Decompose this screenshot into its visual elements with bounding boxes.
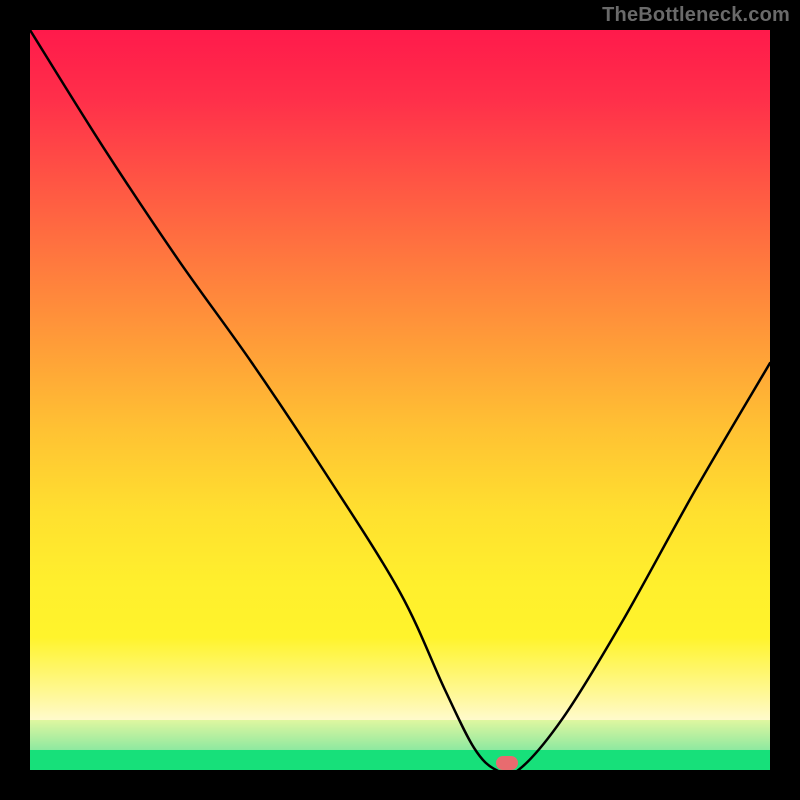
bottleneck-curve [30,30,770,770]
chart-frame: TheBottleneck.com [0,0,800,800]
watermark-text: TheBottleneck.com [602,4,790,27]
plot-area [30,30,770,770]
optimal-marker [496,756,518,770]
